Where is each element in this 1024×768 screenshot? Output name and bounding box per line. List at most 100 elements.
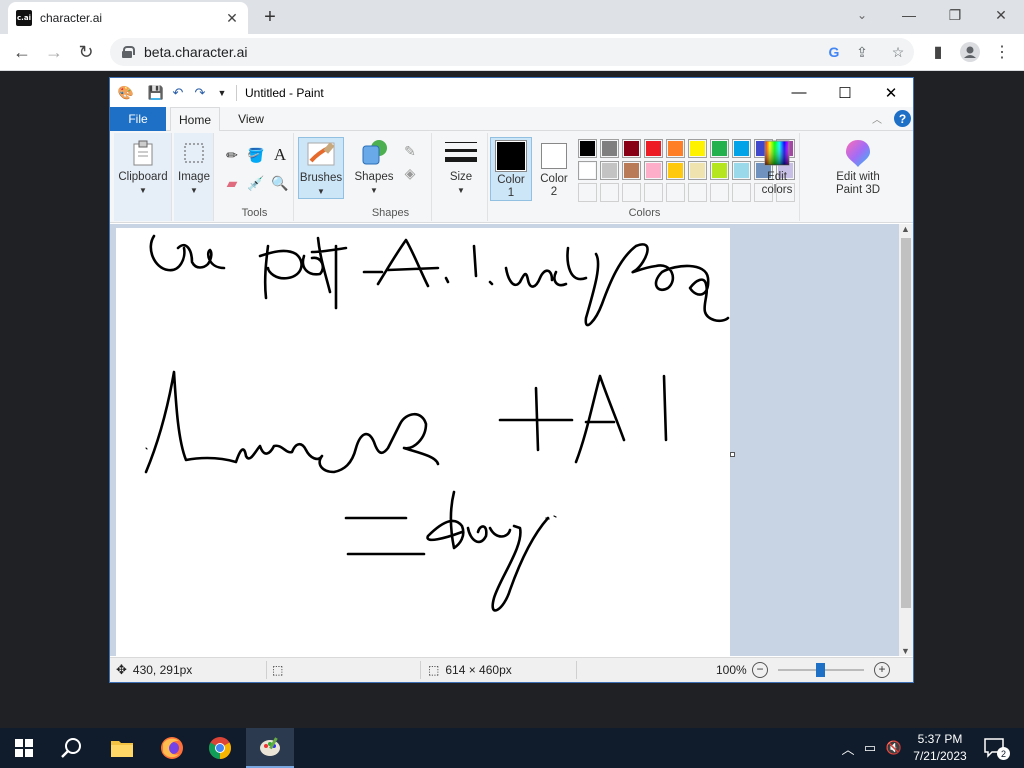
image-button[interactable]: Image ▼: [176, 137, 212, 197]
url-text[interactable]: beta.character.ai: [144, 44, 248, 60]
tab-close-icon[interactable]: ✕: [224, 10, 240, 26]
browser-tab[interactable]: c.ai character.ai ✕: [8, 2, 248, 34]
custom-color-slot[interactable]: [688, 183, 707, 202]
new-tab-button[interactable]: +: [258, 6, 282, 28]
scroll-up-icon[interactable]: ▲: [901, 224, 910, 234]
browser-close-button[interactable]: ✕: [978, 0, 1024, 30]
google-icon[interactable]: G: [822, 42, 846, 62]
shape-fill-icon[interactable]: ◈: [400, 163, 420, 183]
size-button[interactable]: Size ▼: [438, 137, 484, 197]
redo-icon[interactable]: ↷: [190, 83, 210, 103]
palette-swatch[interactable]: [622, 161, 641, 180]
palette-swatch[interactable]: [688, 139, 707, 158]
back-arrow-icon[interactable]: ←: [8, 38, 36, 66]
notifications-icon[interactable]: 2: [982, 738, 1010, 760]
drawing-canvas[interactable]: [116, 228, 730, 656]
quick-access-dropdown-icon[interactable]: ▼: [212, 83, 232, 103]
palette-swatch[interactable]: [710, 161, 729, 180]
network-icon[interactable]: ▭: [860, 738, 880, 758]
eraser-icon[interactable]: ▰: [222, 173, 242, 193]
tab-home[interactable]: Home: [170, 107, 220, 132]
volume-muted-icon[interactable]: 🔇: [884, 738, 904, 758]
palette-swatch-color: [646, 141, 661, 156]
clock[interactable]: 5:37 PM 7/21/2023: [904, 731, 976, 765]
browser-minimize-button[interactable]: —: [886, 0, 932, 30]
show-hidden-icons-chevron-icon[interactable]: ︿: [838, 738, 858, 758]
custom-color-slot[interactable]: [732, 183, 751, 202]
tab-search-chevron-icon[interactable]: ⌄: [848, 4, 876, 26]
custom-color-slot[interactable]: [600, 183, 619, 202]
clipboard-button[interactable]: Clipboard ▼: [116, 137, 170, 197]
palette-swatch[interactable]: [666, 139, 685, 158]
palette-swatch[interactable]: [644, 139, 663, 158]
palette-swatch-color: [602, 163, 617, 178]
color1-swatch: [497, 142, 525, 170]
scrollbar-thumb[interactable]: [901, 238, 911, 608]
profile-avatar-icon[interactable]: [956, 38, 984, 66]
custom-color-slot[interactable]: [666, 183, 685, 202]
text-tool-icon[interactable]: A: [270, 145, 290, 165]
palette-swatch[interactable]: [578, 139, 597, 158]
custom-color-slot[interactable]: [622, 183, 641, 202]
fill-bucket-icon[interactable]: 🪣: [246, 145, 266, 165]
custom-color-slot[interactable]: [644, 183, 663, 202]
help-icon[interactable]: ?: [894, 110, 911, 127]
palette-swatch[interactable]: [666, 161, 685, 180]
collapse-ribbon-icon[interactable]: ︿: [872, 111, 882, 126]
paint-minimize-button[interactable]: —: [776, 78, 822, 107]
tab-title: character.ai: [40, 11, 103, 25]
undo-icon[interactable]: ↶: [168, 83, 188, 103]
vertical-scrollbar[interactable]: ▲ ▼: [899, 224, 913, 656]
color1-button[interactable]: Color 1: [490, 137, 532, 201]
edit-colors-button[interactable]: Edit colors: [756, 137, 798, 197]
paint-maximize-button[interactable]: ☐: [822, 78, 868, 107]
browser-restore-button[interactable]: ❐: [932, 0, 978, 30]
palette-swatch-color: [690, 163, 705, 178]
shapes-button[interactable]: Shapes ▼: [352, 137, 396, 197]
zoom-in-button[interactable]: +: [874, 662, 890, 678]
canvas-resize-handle[interactable]: [730, 452, 735, 457]
save-icon[interactable]: 💾: [146, 83, 166, 103]
palette-swatch[interactable]: [600, 139, 619, 158]
file-explorer-icon[interactable]: [98, 728, 146, 768]
colors-label: Colors: [628, 207, 661, 219]
palette-swatch[interactable]: [578, 161, 597, 180]
custom-color-slot[interactable]: [578, 183, 597, 202]
clipboard-group: Clipboard ▼: [114, 133, 172, 221]
chrome-icon[interactable]: [196, 728, 244, 768]
menu-kebab-icon[interactable]: ⋮: [988, 38, 1016, 66]
address-bar[interactable]: beta.character.ai G ⇪ ☆: [110, 38, 914, 66]
paint-taskbar-icon[interactable]: [246, 728, 294, 768]
scroll-down-icon[interactable]: ▼: [901, 646, 910, 656]
color2-button[interactable]: Color 2: [534, 137, 574, 199]
zoom-slider-thumb[interactable]: [816, 663, 825, 677]
paint-app-icon[interactable]: 🎨: [116, 83, 136, 103]
pencil-icon[interactable]: ✏: [222, 145, 242, 165]
side-panel-icon[interactable]: ▮: [924, 38, 952, 66]
outline-icon[interactable]: ✎: [400, 141, 420, 161]
palette-swatch[interactable]: [600, 161, 619, 180]
brushes-button[interactable]: Brushes ▼: [298, 137, 344, 199]
bookmark-star-icon[interactable]: ☆: [886, 42, 910, 62]
tab-view[interactable]: View: [226, 107, 276, 131]
palette-swatch[interactable]: [732, 139, 751, 158]
palette-swatch[interactable]: [732, 161, 751, 180]
color-picker-icon[interactable]: 💉: [246, 173, 266, 193]
search-icon[interactable]: [48, 728, 96, 768]
share-icon[interactable]: ⇪: [850, 42, 874, 62]
palette-swatch[interactable]: [644, 161, 663, 180]
custom-color-slot[interactable]: [710, 183, 729, 202]
firefox-icon[interactable]: [148, 728, 196, 768]
tab-file[interactable]: File: [110, 107, 166, 131]
paint-close-button[interactable]: ✕: [868, 78, 914, 107]
palette-swatch[interactable]: [710, 139, 729, 158]
lock-icon[interactable]: [122, 46, 135, 58]
zoom-out-button[interactable]: −: [752, 662, 768, 678]
palette-swatch[interactable]: [622, 139, 641, 158]
magnifier-icon[interactable]: 🔍: [270, 173, 290, 193]
reload-icon[interactable]: ↻: [72, 38, 100, 66]
windows-start-icon[interactable]: [0, 728, 48, 768]
edit-with-paint3d-button[interactable]: Edit with Paint 3D: [828, 137, 888, 197]
palette-swatch[interactable]: [688, 161, 707, 180]
forward-arrow-icon[interactable]: →: [40, 38, 68, 66]
